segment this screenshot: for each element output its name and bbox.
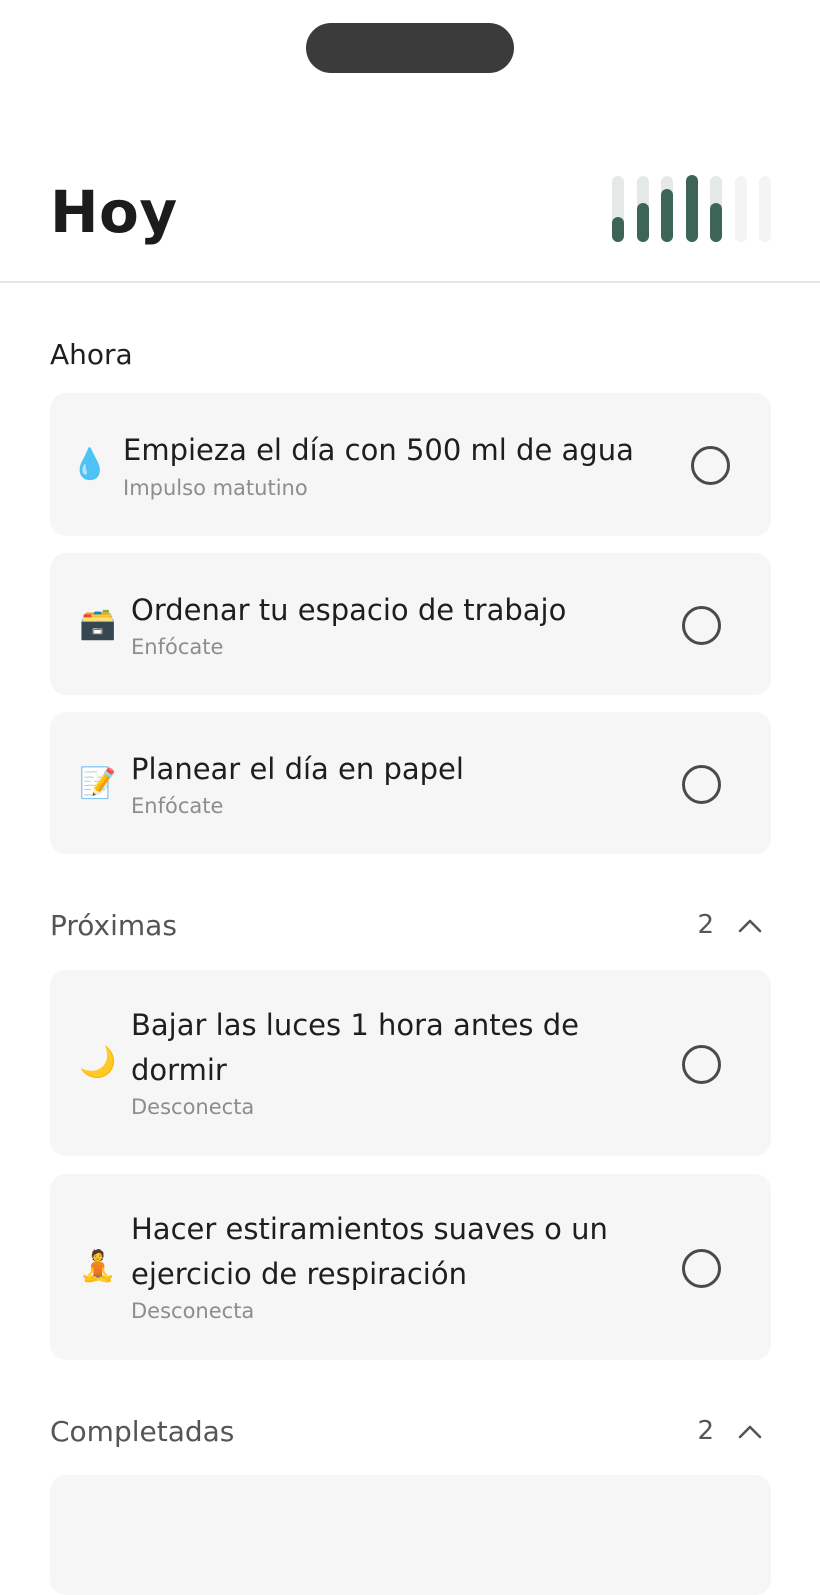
task-card[interactable] [50,1475,771,1595]
task-card[interactable]: 🗃️ Ordenar tu espacio de trabajo Enfócat… [50,553,771,695]
complete-checkbox[interactable] [682,1249,721,1288]
section-title-completed: Completadas [50,1415,235,1448]
task-category: Desconecta [131,1299,255,1323]
day-progress-bar [636,176,649,242]
task-title: Ordenar tu espacio de trabajo [131,593,567,627]
complete-checkbox[interactable] [691,446,730,485]
day-progress-fill [710,203,722,242]
complete-checkbox[interactable] [682,606,721,645]
task-title: Empieza el día con 500 ml de agua [123,433,634,467]
day-progress-fill [661,189,673,242]
chevron-up-icon[interactable] [738,1420,762,1444]
header-divider [0,281,820,283]
day-progress-bar [612,176,624,242]
card-file-box-icon: 🗃️ [79,607,117,642]
task-title: Hacer estiramientos suaves o un ejercici… [131,1212,608,1291]
task-card[interactable]: 🧘 Hacer estiramientos suaves o un ejerci… [50,1174,771,1360]
task-card[interactable]: 💧 Empieza el día con 500 ml de agua Impu… [50,393,771,536]
task-category: Enfócate [131,635,224,659]
complete-checkbox[interactable] [682,1045,721,1084]
task-card[interactable]: 🌙 Bajar las luces 1 hora antes de dormir… [50,970,771,1156]
upcoming-count: 2 [697,910,714,940]
task-card[interactable]: 📝 Planear el día en papel Enfócate [50,712,771,854]
completed-count: 2 [697,1416,714,1446]
camera-notch [306,23,514,73]
task-category: Enfócate [131,794,224,818]
crescent-moon-icon: 🌙 [79,1045,117,1080]
task-category: Desconecta [131,1095,255,1119]
day-progress-bar [710,176,722,242]
meditation-icon: 🧘 [79,1249,117,1284]
water-drop-icon: 💧 [71,447,109,482]
complete-checkbox[interactable] [682,765,721,804]
day-progress-bar [734,176,747,242]
section-title-upcoming: Próximas [50,909,177,942]
day-progress-fill [685,175,698,242]
weekly-progress-chart[interactable] [612,172,772,248]
day-progress-bar [759,176,771,242]
day-progress-bar [685,175,698,242]
section-title-now: Ahora [50,338,133,371]
memo-icon: 📝 [79,766,117,801]
day-progress-fill [636,203,649,242]
task-category: Impulso matutino [123,476,308,500]
task-title: Bajar las luces 1 hora antes de dormir [131,1008,579,1087]
day-progress-fill [612,217,624,242]
chevron-up-icon[interactable] [738,914,762,938]
page-title: Hoy [50,178,178,246]
task-title: Planear el día en papel [131,752,464,786]
day-progress-bar [661,176,673,242]
